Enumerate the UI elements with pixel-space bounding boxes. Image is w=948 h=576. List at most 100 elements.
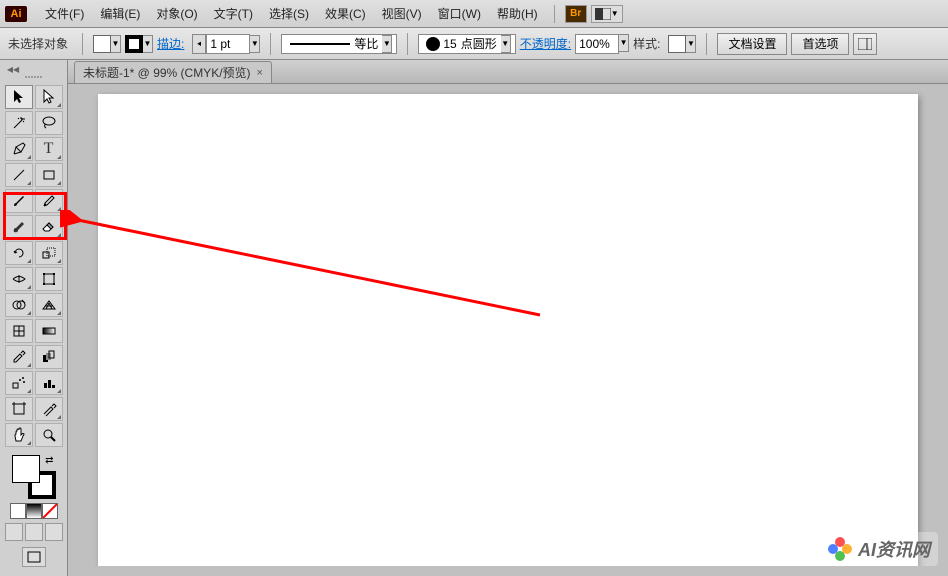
draw-behind-icon[interactable] [25, 523, 43, 541]
panel-icon [858, 38, 872, 50]
rotate-tool[interactable] [5, 241, 33, 265]
column-graph-tool[interactable] [35, 371, 63, 395]
separator [407, 33, 408, 55]
panel-toggle-button[interactable] [853, 33, 877, 55]
lasso-tool[interactable] [35, 111, 63, 135]
app-logo: Ai [5, 6, 27, 22]
artboard-tool[interactable] [5, 397, 33, 421]
symbol-sprayer-tool[interactable] [5, 371, 33, 395]
shape-builder-tool[interactable] [5, 293, 33, 317]
hand-tool[interactable] [5, 423, 33, 447]
menu-help[interactable]: 帮助(H) [489, 1, 546, 26]
stroke-weight-input[interactable] [206, 34, 250, 54]
zoom-tool[interactable] [35, 423, 63, 447]
separator [82, 33, 83, 55]
paintbrush-tool[interactable] [5, 189, 33, 213]
fill-swatch-group[interactable]: ▼ [93, 35, 121, 53]
panel-grip-icon[interactable] [14, 76, 54, 82]
swap-colors-icon[interactable]: ⇄ [45, 455, 53, 466]
separator [706, 33, 707, 55]
gradient-tool[interactable] [35, 319, 63, 343]
panel-collapse-icon[interactable]: ◀◀ [3, 64, 23, 74]
draw-modes-row [5, 523, 63, 541]
document-setup-button[interactable]: 文档设置 [717, 33, 787, 55]
separator [270, 33, 271, 55]
dropdown-arrow-icon[interactable]: ▼ [686, 35, 696, 53]
brush-size: 15 [443, 37, 456, 51]
brush-dropdown[interactable]: 15 点圆形 ▼ [418, 34, 515, 54]
dropdown-arrow-icon[interactable]: ▼ [501, 35, 511, 53]
close-icon[interactable]: × [257, 67, 263, 79]
magic-wand-tool[interactable] [5, 111, 33, 135]
preferences-button[interactable]: 首选项 [791, 33, 849, 55]
opacity-input-group[interactable]: ▼ [575, 34, 629, 54]
fill-stroke-control[interactable]: ⇄ [12, 455, 56, 499]
separator [554, 5, 555, 23]
width-tool[interactable] [5, 267, 33, 291]
screen-mode-button[interactable] [22, 547, 46, 567]
canvas-viewport[interactable] [78, 84, 938, 566]
menu-window[interactable]: 窗口(W) [430, 1, 489, 26]
eraser-tool[interactable] [35, 215, 63, 239]
blend-tool[interactable] [35, 345, 63, 369]
scale-tool[interactable] [35, 241, 63, 265]
stroke-weight-stepper[interactable]: ⯇ ▼ [192, 34, 260, 54]
pen-tool[interactable] [5, 137, 33, 161]
color-mode-gradient[interactable] [26, 503, 42, 519]
color-mode-solid[interactable] [10, 503, 26, 519]
stroke-profile-dropdown[interactable]: 等比 ▼ [281, 34, 397, 54]
stroke-label[interactable]: 描边: [157, 35, 184, 52]
rectangle-tool[interactable] [35, 163, 63, 187]
menu-effect[interactable]: 效果(C) [317, 1, 374, 26]
dropdown-arrow-icon[interactable]: ▼ [619, 34, 629, 52]
free-transform-tool[interactable] [35, 267, 63, 291]
menu-view[interactable]: 视图(V) [374, 1, 430, 26]
stroke-swatch[interactable] [125, 35, 143, 53]
stroke-swatch-group[interactable]: ▼ [125, 35, 153, 53]
menu-file[interactable]: 文件(F) [37, 1, 92, 26]
color-mode-none[interactable] [42, 503, 58, 519]
opacity-input[interactable] [575, 34, 619, 54]
fill-color-icon[interactable] [12, 455, 40, 483]
tab-title: 未标题-1* @ 99% (CMYK/预览) [83, 64, 251, 81]
dropdown-arrow-icon[interactable]: ▼ [111, 35, 121, 53]
direct-selection-tool[interactable] [35, 85, 63, 109]
layout-button[interactable]: ▼ [591, 5, 623, 23]
tab-bar: 未标题-1* @ 99% (CMYK/预览) × [68, 60, 948, 84]
dropdown-arrow-icon[interactable]: ▼ [250, 35, 260, 53]
options-bar: 未选择对象 ▼ ▼ 描边: ⯇ ▼ 等比 ▼ 15 点圆形 ▼ 不透明度: ▼ … [0, 28, 948, 60]
menu-object[interactable]: 对象(O) [148, 1, 205, 26]
selection-tool[interactable] [5, 85, 33, 109]
line-tool[interactable] [5, 163, 33, 187]
style-swatch-group[interactable]: ▼ [668, 35, 696, 53]
menu-type[interactable]: 文字(T) [206, 1, 261, 26]
style-swatch[interactable] [668, 35, 686, 53]
watermark-flower-icon [828, 537, 852, 561]
artboard[interactable] [98, 94, 918, 566]
watermark-text: AI资讯网 [858, 536, 930, 562]
draw-normal-icon[interactable] [5, 523, 23, 541]
mesh-tool[interactable] [5, 319, 33, 343]
dropdown-arrow-icon[interactable]: ▼ [143, 35, 153, 53]
menu-edit[interactable]: 编辑(E) [92, 1, 148, 26]
menu-select[interactable]: 选择(S) [261, 1, 317, 26]
perspective-grid-tool[interactable] [35, 293, 63, 317]
draw-inside-icon[interactable] [45, 523, 63, 541]
brush-shape: 点圆形 [461, 35, 497, 52]
stepper-down-icon[interactable]: ⯇ [192, 34, 206, 54]
tools-panel: ◀◀ T [0, 60, 68, 576]
type-tool[interactable]: T [35, 137, 63, 161]
watermark: AI资讯网 [820, 532, 938, 566]
blob-brush-tool[interactable] [5, 215, 33, 239]
opacity-label[interactable]: 不透明度: [520, 35, 571, 52]
fill-swatch[interactable] [93, 35, 111, 53]
slice-tool[interactable] [35, 397, 63, 421]
dropdown-arrow-icon[interactable]: ▼ [382, 35, 392, 53]
document-tab[interactable]: 未标题-1* @ 99% (CMYK/预览) × [74, 61, 272, 83]
pencil-tool[interactable] [35, 189, 63, 213]
bridge-button[interactable]: Br [565, 5, 587, 23]
eyedropper-tool[interactable] [5, 345, 33, 369]
stroke-preview-icon [290, 43, 350, 45]
document-area: 未标题-1* @ 99% (CMYK/预览) × [68, 60, 948, 576]
color-mode-row [10, 503, 58, 519]
